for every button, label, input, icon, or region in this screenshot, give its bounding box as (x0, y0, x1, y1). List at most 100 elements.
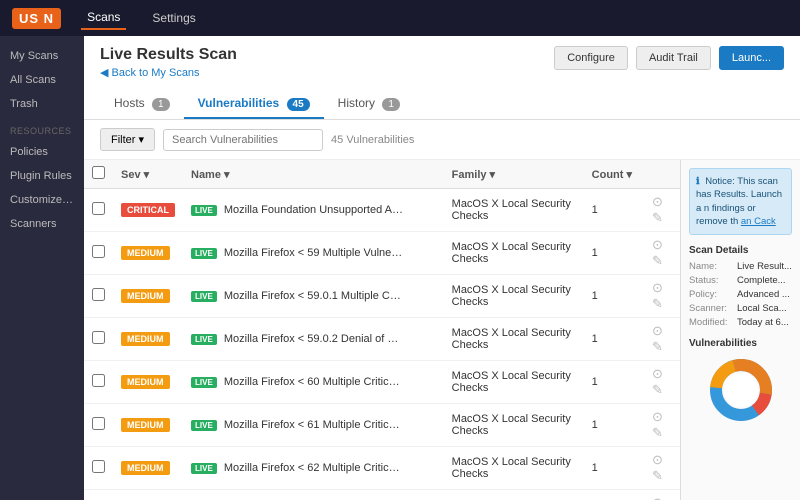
sidebar-section-resources: Resources (0, 116, 84, 140)
action-edit-icon-0[interactable]: ✎ (652, 210, 663, 225)
content-area: Live Results Scan ◀ Back to My Scans Con… (84, 36, 800, 500)
sidebar-item-scanners[interactable]: Scanners (0, 212, 84, 236)
sev-badge-3: MEDIUM (121, 332, 170, 346)
action-circle-icon-4[interactable]: ⊙ (652, 366, 663, 381)
vuln-section: Vulnerabilities (689, 338, 792, 425)
nav-settings[interactable]: Settings (146, 7, 201, 29)
info-icon: ℹ (696, 176, 700, 187)
table-row: MEDIUM LIVE Mozilla Firefox < 59 Multipl… (84, 232, 680, 275)
vuln-count-7: 1 (584, 490, 640, 500)
tab-vuln-badge: 45 (287, 98, 310, 111)
notice-link[interactable]: an Cack (741, 216, 776, 227)
tab-vulnerabilities[interactable]: Vulnerabilities 45 (184, 89, 324, 119)
action-edit-icon-4[interactable]: ✎ (652, 382, 663, 397)
filter-button[interactable]: Filter ▾ (100, 128, 155, 151)
audit-trail-button[interactable]: Audit Trail (636, 46, 711, 70)
col-header-sev: Sev ▾ (113, 160, 183, 189)
back-link[interactable]: ◀ Back to My Scans (100, 66, 237, 79)
action-circle-icon-5[interactable]: ⊙ (652, 409, 663, 424)
sidebar-item-trash[interactable]: Trash (0, 92, 84, 116)
scan-details-title: Scan Details (689, 245, 792, 256)
action-edit-icon-5[interactable]: ✎ (652, 425, 663, 440)
sidebar-item-all-scans[interactable]: All Scans (0, 68, 84, 92)
action-edit-icon-1[interactable]: ✎ (652, 253, 663, 268)
row-checkbox-5[interactable] (92, 417, 105, 430)
table-row: MEDIUM LIVE Mozilla Firefox < 59.0.2 Den… (84, 318, 680, 361)
scan-detail-row-1: Status: Complete... (689, 275, 792, 286)
vuln-name-5[interactable]: Mozilla Firefox < 61 Multiple Critical V… (224, 419, 404, 431)
vuln-name-0[interactable]: Mozilla Foundation Unsupported Applicati… (224, 204, 404, 216)
sev-badge-0: CRITICAL (121, 203, 175, 217)
action-circle-icon-6[interactable]: ⊙ (652, 452, 663, 467)
live-badge-0: LIVE (191, 205, 217, 216)
row-checkbox-4[interactable] (92, 374, 105, 387)
vuln-family-4: MacOS X Local Security Checks (444, 361, 584, 404)
configure-button[interactable]: Configure (554, 46, 628, 70)
select-all-checkbox[interactable] (92, 166, 105, 179)
row-checkbox-1[interactable] (92, 245, 105, 258)
action-circle-icon-1[interactable]: ⊙ (652, 237, 663, 252)
action-circle-icon-0[interactable]: ⊙ (652, 194, 663, 209)
scan-detail-value-3: Local Sca... (737, 303, 787, 314)
vuln-count-1: 1 (584, 232, 640, 275)
vuln-table[interactable]: Sev ▾ Name ▾ Family ▾ Count ▾ CRITICAL L… (84, 160, 680, 500)
vuln-family-0: MacOS X Local Security Checks (444, 189, 584, 232)
scan-detail-label-4: Modified: (689, 317, 734, 328)
action-circle-icon-7[interactable]: ⊙ (652, 495, 663, 500)
sidebar-item-customized-reports[interactable]: Customized Reports (0, 188, 84, 212)
logo: US N (12, 8, 61, 29)
launch-button[interactable]: Launc... (719, 46, 784, 70)
scan-detail-label-1: Status: (689, 275, 734, 286)
sidebar-item-my-scans[interactable]: My Scans (0, 44, 84, 68)
tab-hosts[interactable]: Hosts 1 (100, 89, 184, 119)
action-edit-icon-2[interactable]: ✎ (652, 296, 663, 311)
vuln-name-6[interactable]: Mozilla Firefox < 62 Multiple Critical V… (224, 462, 404, 474)
vuln-count-4: 1 (584, 361, 640, 404)
vuln-family-6: MacOS X Local Security Checks (444, 447, 584, 490)
tab-hosts-badge: 1 (152, 98, 170, 111)
table-area: Sev ▾ Name ▾ Family ▾ Count ▾ CRITICAL L… (84, 160, 800, 500)
vuln-name-4[interactable]: Mozilla Firefox < 60 Multiple Critical V… (224, 376, 404, 388)
tab-history[interactable]: History 1 (324, 89, 414, 119)
search-input[interactable] (163, 129, 323, 151)
donut-chart (689, 355, 792, 425)
page-title: Live Results Scan (100, 46, 237, 64)
row-checkbox-3[interactable] (92, 331, 105, 344)
sev-badge-6: MEDIUM (121, 461, 170, 475)
sev-badge-4: MEDIUM (121, 375, 170, 389)
vuln-name-2[interactable]: Mozilla Firefox < 59.0.1 Multiple Code E… (224, 290, 404, 302)
sidebar-item-policies[interactable]: Policies (0, 140, 84, 164)
nav-scans[interactable]: Scans (81, 6, 126, 30)
table-row: MEDIUM LIVE Mozilla Firefox < 60 Multipl… (84, 361, 680, 404)
sidebar-item-plugin-rules[interactable]: Plugin Rules (0, 164, 84, 188)
toolbar: Filter ▾ 45 Vulnerabilities (84, 120, 800, 160)
vuln-family-3: MacOS X Local Security Checks (444, 318, 584, 361)
vuln-count-5: 1 (584, 404, 640, 447)
sev-badge-1: MEDIUM (121, 246, 170, 260)
table-row: CRITICAL LIVE Mozilla Foundation Unsuppo… (84, 189, 680, 232)
scan-detail-value-1: Complete... (737, 275, 786, 286)
vuln-count-3: 1 (584, 318, 640, 361)
action-edit-icon-6[interactable]: ✎ (652, 468, 663, 483)
scan-detail-row-3: Scanner: Local Sca... (689, 303, 792, 314)
col-header-count: Count ▾ (584, 160, 640, 189)
row-checkbox-0[interactable] (92, 202, 105, 215)
sidebar: My Scans All Scans Trash Resources Polic… (0, 36, 84, 500)
row-checkbox-2[interactable] (92, 288, 105, 301)
live-badge-5: LIVE (191, 420, 217, 431)
scan-detail-value-2: Advanced ... (737, 289, 790, 300)
action-circle-icon-3[interactable]: ⊙ (652, 323, 663, 338)
live-badge-1: LIVE (191, 248, 217, 259)
result-count: 45 Vulnerabilities (331, 134, 414, 146)
action-circle-icon-2[interactable]: ⊙ (652, 280, 663, 295)
action-edit-icon-3[interactable]: ✎ (652, 339, 663, 354)
col-header-name: Name ▾ (183, 160, 444, 189)
vuln-section-title: Vulnerabilities (689, 338, 792, 349)
vuln-name-3[interactable]: Mozilla Firefox < 59.0.2 Denial of Servi… (224, 333, 404, 345)
row-checkbox-6[interactable] (92, 460, 105, 473)
vuln-name-1[interactable]: Mozilla Firefox < 59 Multiple Vulnerabil… (224, 247, 404, 259)
live-badge-6: LIVE (191, 463, 217, 474)
scan-detail-label-3: Scanner: (689, 303, 734, 314)
vuln-count-2: 1 (584, 275, 640, 318)
live-badge-2: LIVE (191, 291, 217, 302)
